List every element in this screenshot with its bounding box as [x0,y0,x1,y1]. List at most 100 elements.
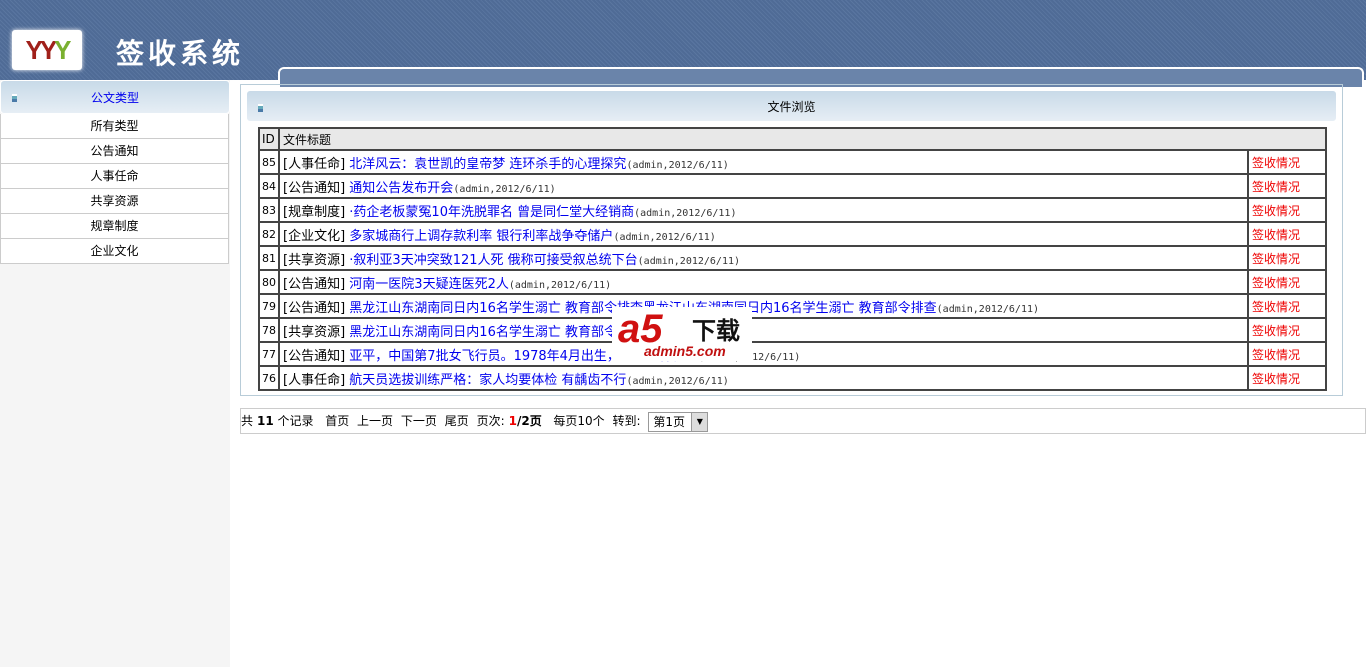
pagination: 共 11 个记录 首页 上一页 下一页 尾页 页次: 1/2页 每页10个 转到: … [240,408,1366,434]
row-category: [企业文化] [283,228,346,244]
row-id: 78 [258,317,280,343]
row-id: 83 [258,197,280,223]
row-title-link[interactable]: 河南一医院3天疑连医死2人 [349,277,509,292]
next-page-link[interactable]: 下一页 [401,414,437,428]
row-title-link[interactable]: ·药企老板蒙冤10年洗脱罪名 曾是同仁堂大经销商 [349,205,634,220]
row-title-cell: [公告通知] 河南一医院3天疑连医死2人(admin,2012/6/11) [278,269,1249,295]
table-header-row: ID 文件标题 [258,127,1327,151]
table-row: 84 [公告通知] 通知公告发布开会(admin,2012/6/11) 签收情况 [258,173,1327,199]
sign-status-link[interactable]: 签收情况 [1247,317,1327,343]
row-title-cell: [公告通知] 黑龙江山东湖南同日内16名学生溺亡 教育部令排查黑龙江山东湖南同日… [278,293,1249,319]
total-suffix: 个记录 [277,414,314,428]
row-id: 76 [258,365,280,391]
sidebar-item[interactable]: 所有类型 [0,114,229,139]
row-meta: (admin,2012/6/11) [634,207,737,219]
sidebar-item[interactable]: 公告通知 [0,139,229,164]
row-title-cell: [共享资源] ·叙利亚3天冲突致121人死 俄称可接受叙总统下台(admin,2… [278,245,1249,271]
row-category: [公告通知] [283,348,346,364]
per-page: 每页10个 [553,414,605,428]
row-title-link[interactable]: 北洋风云：袁世凯的皇帝梦 连环杀手的心理探究 [349,157,626,172]
row-meta: (admin,2012/6/11) [626,159,729,171]
bullet-icon [12,94,17,102]
chevron-down-icon[interactable]: ▼ [691,412,708,431]
page-label-text: 页次: [476,414,505,428]
sidebar-header: 公文类型 [0,80,230,114]
row-category: [公告通知] [283,300,346,316]
sidebar-item[interactable]: 人事任命 [0,164,229,189]
row-id: 84 [258,173,280,199]
row-meta: (admin,2012/6/11) [613,231,716,243]
row-category: [人事任命] [283,372,346,388]
watermark-url: admin5.com [644,343,726,359]
page-count: /2页 [516,414,542,428]
document-table: ID 文件标题 85 [人事任命] 北洋风云：袁世凯的皇帝梦 连环杀手的心理探究… [258,127,1327,391]
table-row: 82 [企业文化] 多家城商行上调存款利率 银行利率战争夺储户(admin,20… [258,221,1327,247]
row-category: [共享资源] [283,252,346,268]
page-select-value: 第1页 [653,414,685,429]
row-title-cell: [公告通知] 通知公告发布开会(admin,2012/6/11) [278,173,1249,199]
table-row: 80 [公告通知] 河南一医院3天疑连医死2人(admin,2012/6/11)… [258,269,1327,295]
sign-status-link[interactable]: 签收情况 [1247,245,1327,271]
prev-page-link[interactable]: 上一页 [357,414,393,428]
row-title-link[interactable]: 航天员选拔训练严格：家人均要体检 有龋齿不行 [349,373,626,388]
row-title-link[interactable]: 通知公告发布开会 [349,181,453,196]
table-row: 76 [人事任命] 航天员选拔训练严格：家人均要体检 有龋齿不行(admin,2… [258,365,1327,391]
column-header-id: ID [258,127,280,151]
sidebar-item[interactable]: 企业文化 [0,239,229,264]
first-page-link[interactable]: 首页 [325,414,349,428]
column-header-title: 文件标题 [278,127,1327,151]
logo: YYY [12,30,82,70]
page-label: 页次: 1/2页 [477,414,542,428]
sign-status-link[interactable]: 签收情况 [1247,173,1327,199]
sign-status-link[interactable]: 签收情况 [1247,197,1327,223]
sidebar-title[interactable]: 公文类型 [1,81,229,115]
row-id: 77 [258,341,280,367]
row-title-link[interactable]: 黑龙江山东湖南同日内16名学生溺亡 教育部令排查 [349,325,643,340]
row-title-cell: [规章制度] ·药企老板蒙冤10年洗脱罪名 曾是同仁堂大经销商(admin,20… [278,197,1249,223]
goto-label: 转到: [612,414,641,428]
row-category: [共享资源] [283,324,346,340]
sign-status-link[interactable]: 签收情况 [1247,293,1327,319]
row-title-cell: [人事任命] 航天员选拔训练严格：家人均要体检 有龋齿不行(admin,2012… [278,365,1249,391]
sign-status-link[interactable]: 签收情况 [1247,149,1327,175]
row-category: [公告通知] [283,180,346,196]
table-row: 78 [共享资源] 黑龙江山东湖南同日内16名学生溺亡 教育部令排查(admin… [258,317,1327,343]
row-id: 80 [258,269,280,295]
sidebar-item[interactable]: 规章制度 [0,214,229,239]
row-meta: (admin,2012/6/11) [936,303,1040,315]
table-row: 79 [公告通知] 黑龙江山东湖南同日内16名学生溺亡 教育部令排查黑龙江山东湖… [258,293,1327,319]
row-title-link[interactable]: ·叙利亚3天冲突致121人死 俄称可接受叙总统下台 [349,253,637,268]
row-category: [公告通知] [283,276,346,292]
total-prefix: 共 [241,414,254,428]
header: YYY 签收系统 [0,0,1366,87]
row-title-cell: [企业文化] 多家城商行上调存款利率 银行利率战争夺储户(admin,2012/… [278,221,1249,247]
row-title-cell: [共享资源] 黑龙江山东湖南同日内16名学生溺亡 教育部令排查(admin,20… [278,317,1249,343]
row-title-link[interactable]: 多家城商行上调存款利率 银行利率战争夺储户 [349,229,613,244]
system-title: 签收系统 [116,37,245,70]
table-row: 77 [公告通知] 亚平，中国第7批女飞行员。1978年4月出生，飞过四种机型(… [258,341,1327,367]
watermark-download: 下载 [692,317,740,345]
bullet-icon [258,104,263,112]
file-browser-panel: 文件浏览 ID 文件标题 85 [人事任命] 北洋风云：袁世凯的皇帝梦 连环杀手… [240,84,1343,396]
row-id: 82 [258,221,280,247]
row-id: 81 [258,245,280,271]
sign-status-link[interactable]: 签收情况 [1247,269,1327,295]
last-page-link[interactable]: 尾页 [445,414,469,428]
row-id: 85 [258,149,280,175]
row-meta: (admin,2012/6/11) [453,183,556,195]
sign-status-link[interactable]: 签收情况 [1247,221,1327,247]
row-id: 79 [258,293,280,319]
watermark-logo: a5 下载 admin5.com [612,307,752,361]
row-category: [人事任命] [283,156,346,172]
row-title-cell: [公告通知] 亚平，中国第7批女飞行员。1978年4月出生，飞过四种机型(adm… [278,341,1249,367]
sidebar-item[interactable]: 共享资源 [0,189,229,214]
row-meta: (admin,2012/6/11) [637,255,741,267]
sign-status-link[interactable]: 签收情况 [1247,341,1327,367]
row-category: [规章制度] [283,204,346,220]
sign-status-link[interactable]: 签收情况 [1247,365,1327,391]
sidebar: 公文类型 所有类型 公告通知 人事任命 共享资源 规章制度 企业文化 [0,80,230,667]
current-page: 1 [508,414,517,428]
panel-header: 文件浏览 [246,90,1337,122]
row-title-cell: [人事任命] 北洋风云：袁世凯的皇帝梦 连环杀手的心理探究(admin,2012… [278,149,1249,175]
page-select[interactable]: 第1页 ▼ [648,411,709,432]
